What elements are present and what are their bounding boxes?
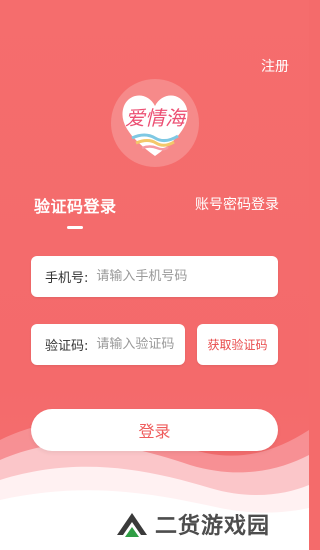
code-field: 验证码: [31,324,185,365]
register-link[interactable]: 注册 [261,56,289,76]
phone-input[interactable] [96,269,237,284]
watermark-text: 二货游戏园 [155,514,271,539]
app-logo: 爱情海 [110,78,200,168]
login-button[interactable]: 登录 [31,409,278,451]
code-label: 验证码: [45,339,89,354]
tab-password-login[interactable]: 账号密码登录 [195,194,279,214]
tab-sms-login[interactable]: 验证码登录 [34,193,117,217]
get-code-button[interactable]: 获取验证码 [197,324,278,365]
code-input[interactable] [96,337,177,352]
watermark: 二货游戏园 [115,505,270,543]
active-tab-indicator [67,226,83,229]
logo-text: 爱情海 [125,106,188,130]
phone-label: 手机号: [45,271,89,286]
phone-field: 手机号: [31,256,278,297]
login-screen: 注册 爱情海 验证码登录 账号密码登录 手机号: 验证码: 获取验证码 登录 [0,0,309,550]
heart-logo-icon: 爱情海 [111,79,199,167]
login-tabs: 验证码登录 账号密码登录 [0,193,309,233]
watermark-logo-icon [117,513,147,537]
